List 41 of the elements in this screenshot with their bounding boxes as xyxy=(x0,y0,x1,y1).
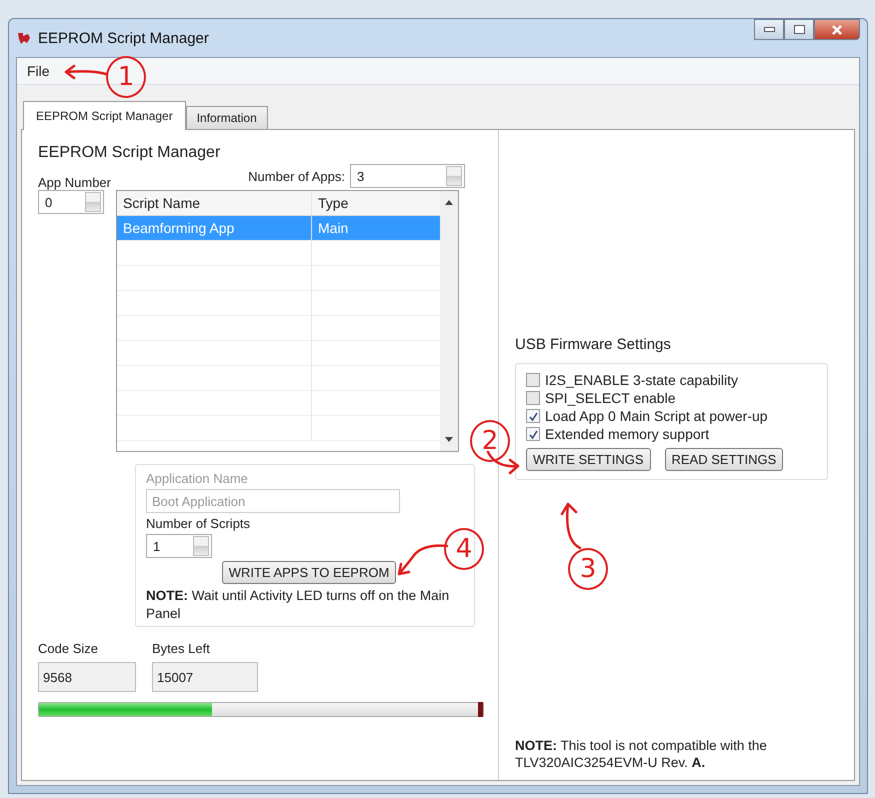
field-label: Code Size xyxy=(38,641,99,656)
maximize-button[interactable] xyxy=(784,19,814,40)
field-label: Application Name xyxy=(146,471,248,486)
section-title: USB Firmware Settings xyxy=(515,336,672,353)
note-text: NOTE: Wait until Activity LED turns off on the Main Panel xyxy=(146,587,450,622)
tab[interactable]: Information xyxy=(186,106,268,129)
close-button[interactable] xyxy=(814,19,860,40)
readonly-field: 15007 xyxy=(152,662,258,692)
spin-field[interactable]: 0 xyxy=(38,190,104,214)
field-label: Number of Scripts xyxy=(146,516,250,531)
note-text: NOTE: This tool is not compatible with the TLV320AIC3254EVM-U Rev. A. xyxy=(515,736,768,772)
checkmark-icon xyxy=(528,428,538,440)
column-header[interactable]: Type xyxy=(312,191,440,215)
callout-number: 4 xyxy=(444,528,484,570)
logo-icon xyxy=(16,30,32,46)
field-label: Number of Apps: xyxy=(248,168,345,184)
readonly-field: 9568 xyxy=(38,662,136,692)
window-title: EEPROM Script Manager xyxy=(38,30,209,46)
field-label: App Number xyxy=(38,175,111,190)
scroll-down-icon xyxy=(445,437,453,443)
settings-button[interactable]: READ SETTINGS xyxy=(664,448,784,471)
checkmark-icon xyxy=(528,410,538,422)
settings-button[interactable]: WRITE SETTINGS xyxy=(526,448,650,471)
callout-number: 3 xyxy=(568,548,608,590)
section-title: EEPROM Script Manager xyxy=(38,144,222,162)
callout-number: 1 xyxy=(106,56,146,98)
checkbox-option[interactable]: Load App 0 Main Script at power-up xyxy=(526,408,821,424)
checkbox-option[interactable]: SPI_SELECT enable xyxy=(526,390,821,406)
spin-field[interactable]: 3 xyxy=(350,164,465,188)
annotation-arrow xyxy=(486,450,522,476)
checkbox-option[interactable]: I2S_ENABLE 3-state capability xyxy=(526,372,821,388)
scrollbar[interactable] xyxy=(440,191,458,451)
callout-number: 2 xyxy=(470,420,510,462)
tab[interactable]: EEPROM Script Manager xyxy=(23,101,186,130)
minimize-button[interactable] xyxy=(754,19,784,40)
column-header[interactable]: Script Name xyxy=(117,191,312,215)
field-label: Bytes Left xyxy=(152,641,211,656)
scroll-up-icon xyxy=(445,199,453,205)
menu-item[interactable]: File xyxy=(23,63,54,79)
checkbox-option[interactable]: Extended memory support xyxy=(526,426,821,442)
close-icon xyxy=(831,24,843,34)
